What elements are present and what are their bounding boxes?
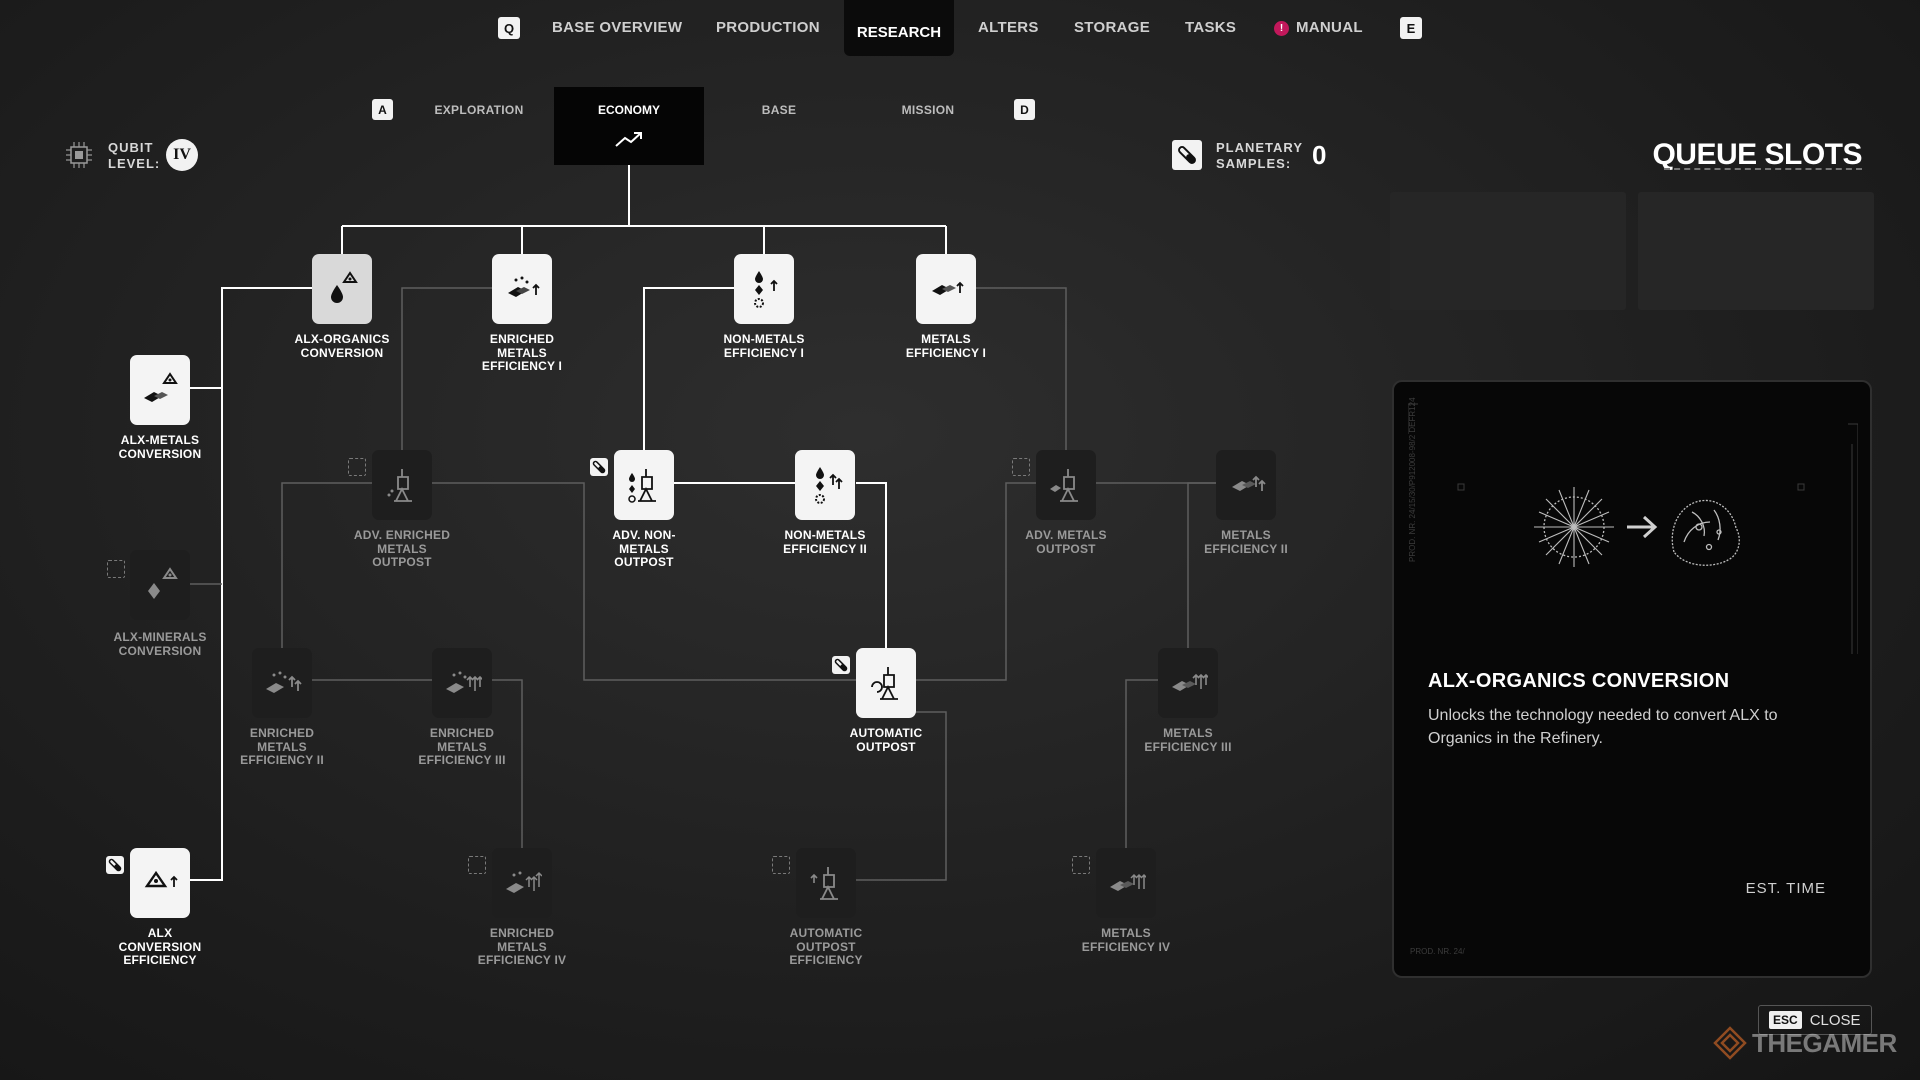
research-node-non-metals-2[interactable] <box>795 450 855 520</box>
sample-required-icon <box>832 656 850 674</box>
queue-title-underline <box>1664 168 1862 176</box>
research-node-metals-4-label: METALS EFFICIENCY IV <box>1081 926 1171 954</box>
research-node-alx-metals-label: ALX-METALS CONVERSION <box>118 433 202 461</box>
research-node-alx-organics-label: ALX-ORGANICS CONVERSION <box>294 332 390 360</box>
sample-required-icon <box>590 458 608 476</box>
metals-icon <box>1110 873 1146 891</box>
locked-slot-icon <box>1072 856 1090 874</box>
outpost-icon <box>628 469 656 503</box>
alx-efficiency-icon <box>144 870 178 888</box>
research-node-enriched-metals-2-label: ENRICHED METALS EFFICIENCY II <box>240 726 324 767</box>
e-key-hint[interactable]: E <box>1400 17 1422 39</box>
outpost-icon <box>810 867 838 900</box>
research-detail-panel: PROD. NR. 24/15/30/P912008-98/2 DEFR124 … <box>1392 380 1872 978</box>
research-node-enriched-metals-3[interactable] <box>432 648 492 718</box>
research-node-adv-non-metals-outpost[interactable] <box>614 450 674 520</box>
research-node-adv-metals-outpost-label: ADV. METALS OUTPOST <box>1025 528 1107 556</box>
non-metals-icon <box>754 271 778 308</box>
research-node-adv-non-metals-outpost-label: ADV. NON- METALS OUTPOST <box>612 528 676 569</box>
thegamer-logo-icon <box>1713 1026 1747 1060</box>
research-node-non-metals-1[interactable] <box>734 254 794 324</box>
research-node-non-metals-2-label: NON-METALS EFFICIENCY II <box>783 528 867 556</box>
detail-title: ALX-ORGANICS CONVERSION <box>1428 670 1730 692</box>
metals-icon <box>932 281 964 295</box>
panel-footer-text: PROD. NR. 24/ <box>1410 947 1465 956</box>
research-node-enriched-metals-3-label: ENRICHED METALS EFFICIENCY III <box>418 726 506 767</box>
research-node-non-metals-1-label: NON-METALS EFFICIENCY I <box>723 332 805 360</box>
metals-icon <box>1172 673 1208 691</box>
non-metals-icon <box>815 467 843 504</box>
metals-icon <box>1232 475 1266 491</box>
minerals-alx-icon <box>148 567 178 599</box>
research-node-alx-metals[interactable] <box>130 355 190 425</box>
research-node-automatic-outpost-label: AUTOMATIC OUTPOST <box>849 726 923 754</box>
locked-slot-icon <box>468 856 486 874</box>
locked-slot-icon <box>348 458 366 476</box>
research-node-metals-2-label: METALS EFFICIENCY II <box>1204 528 1288 556</box>
research-node-alx-efficiency[interactable] <box>130 848 190 918</box>
research-node-alx-minerals-label: ALX-MINERALS CONVERSION <box>113 630 207 658</box>
enriched-metals-icon <box>508 276 540 297</box>
research-node-automatic-outpost-efficiency-label: AUTOMATIC OUTPOST EFFICIENCY <box>789 926 863 967</box>
research-node-metals-3[interactable] <box>1158 648 1218 718</box>
research-node-adv-enriched-outpost[interactable] <box>372 450 432 520</box>
locked-slot-icon <box>1012 458 1030 476</box>
queue-slot-2[interactable] <box>1638 192 1874 310</box>
locked-slot-icon <box>772 856 790 874</box>
research-node-automatic-outpost[interactable] <box>856 648 916 718</box>
research-node-metals-2[interactable] <box>1216 450 1276 520</box>
research-node-enriched-metals-2[interactable] <box>252 648 312 718</box>
outpost-icon <box>387 469 412 502</box>
enriched-metals-icon <box>266 671 302 693</box>
research-node-alx-minerals[interactable] <box>130 550 190 620</box>
detail-description: Unlocks the technology needed to convert… <box>1428 707 1778 747</box>
research-node-alx-efficiency-label: ALX CONVERSION EFFICIENCY <box>118 926 202 967</box>
alx-to-organics-illustration <box>1534 487 1740 567</box>
research-node-metals-4[interactable] <box>1096 848 1156 918</box>
tab-manual[interactable]: MANUAL <box>1296 19 1363 36</box>
metals-alx-icon <box>144 372 178 402</box>
research-node-enriched-metals-4-label: ENRICHED METALS EFFICIENCY IV <box>477 926 567 967</box>
enriched-metals-icon <box>506 871 542 893</box>
outpost-icon <box>1050 469 1078 502</box>
research-node-automatic-outpost-efficiency[interactable] <box>796 848 856 918</box>
research-node-enriched-metals-1-label: ENRICHED METALS EFFICIENCY I <box>481 332 563 373</box>
watermark-text: THEGAMER <box>1752 1027 1897 1058</box>
research-node-alx-organics[interactable] <box>312 254 372 324</box>
research-node-enriched-metals-1[interactable] <box>492 254 552 324</box>
research-node-metals-1-label: METALS EFFICIENCY I <box>905 332 987 360</box>
watermark: THEGAMER <box>1712 1025 1897 1061</box>
queue-slot-1[interactable] <box>1390 192 1626 310</box>
research-node-metals-3-label: METALS EFFICIENCY III <box>1144 726 1232 754</box>
est-time-label: EST. TIME <box>1745 880 1826 897</box>
planetary-samples-count: 0 <box>1312 140 1327 170</box>
enriched-metals-icon <box>446 671 482 693</box>
organics-alx-icon <box>331 271 358 303</box>
panel-side-text: PROD. NR. 24/15/30/P912008-98/2 DEFR124 <box>1408 397 1417 562</box>
outpost-icon <box>871 667 898 700</box>
locked-slot-icon <box>107 560 125 578</box>
research-node-adv-enriched-outpost-label: ADV. ENRICHED METALS OUTPOST <box>353 528 451 569</box>
research-node-enriched-metals-4[interactable] <box>492 848 552 918</box>
research-node-metals-1[interactable] <box>916 254 976 324</box>
research-node-adv-metals-outpost[interactable] <box>1036 450 1096 520</box>
sample-required-icon <box>106 856 124 874</box>
queue-slots-title: QUEUE SLOTS <box>1652 138 1862 171</box>
